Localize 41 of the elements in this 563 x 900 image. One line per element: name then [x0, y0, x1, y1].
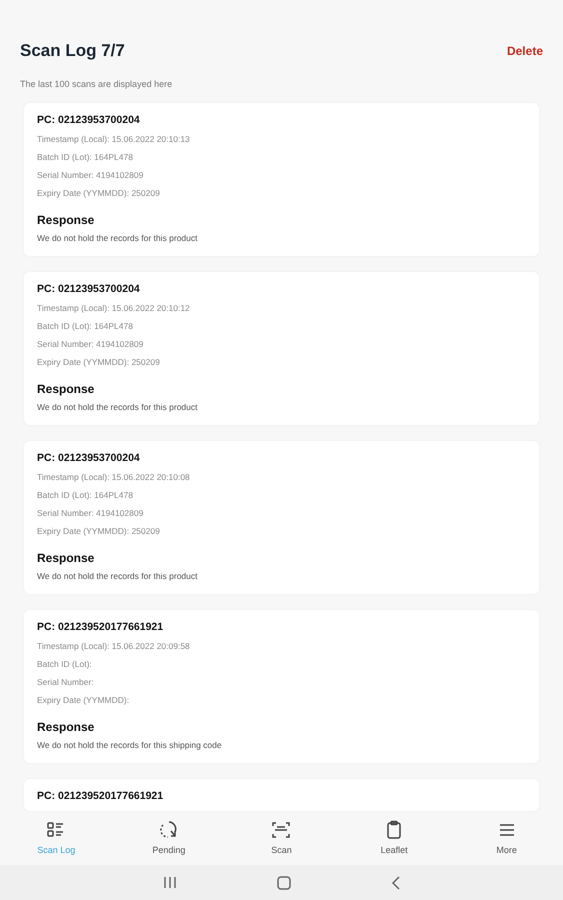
- response-message: We do not hold the records for this product: [37, 402, 198, 414]
- response-heading: Response: [37, 720, 96, 734]
- response-message: We do not hold the records for this product: [37, 571, 198, 583]
- back-icon[interactable]: [390, 876, 400, 890]
- response-heading: Response: [37, 213, 96, 227]
- page-title: Scan Log 7/7: [20, 40, 125, 62]
- product-code: PC: 02123953700204: [37, 114, 141, 127]
- scan-detail: Serial Number: 4194102809: [37, 339, 144, 350]
- scan-detail: Batch ID (Lot): 164PL478: [37, 152, 134, 163]
- product-code: PC: 021239520177661921: [37, 790, 164, 803]
- scan-detail: Serial Number: 4194102809: [37, 170, 144, 181]
- product-code: PC: 021239520177661921: [37, 621, 164, 634]
- scan-detail: Timestamp (Local): 15.06.2022 20:09:58: [37, 641, 191, 652]
- scan-detail: Batch ID (Lot): 164PL478: [37, 490, 134, 501]
- product-code: PC: 02123953700204: [37, 452, 141, 465]
- scan-detail: Serial Number: 4194102809: [37, 508, 144, 519]
- scan-detail: Expiry Date (YYMMDD): 250209: [37, 526, 161, 537]
- nav-tab[interactable]: Leaflet: [338, 820, 450, 858]
- scan-detail: Expiry Date (YYMMDD): 250209: [37, 357, 161, 368]
- recent-apps-icon[interactable]: [162, 876, 176, 889]
- scan-detail: Timestamp (Local): 15.06.2022 20:10:12: [37, 303, 191, 314]
- scan-detail: Batch ID (Lot):: [37, 659, 93, 670]
- scan-detail: Batch ID (Lot): 164PL478: [37, 321, 134, 332]
- nav-tab[interactable]: More: [450, 820, 563, 858]
- scan-frame-icon: [271, 820, 292, 840]
- response-heading: Response: [37, 551, 96, 565]
- product-code: PC: 02123953700204: [37, 283, 141, 296]
- response-message: We do not hold the records for this shipping code: [37, 740, 223, 752]
- delete-button[interactable]: Delete: [506, 42, 543, 60]
- scan-detail: Timestamp (Local): 15.06.2022 20:10:08: [37, 472, 191, 483]
- scan-detail: Expiry Date (YYMMDD):: [37, 695, 130, 706]
- scan-detail: Serial Number:: [37, 677, 95, 688]
- response-message: We do not hold the records for this product: [37, 233, 198, 245]
- refresh-icon: [158, 820, 179, 840]
- scan-detail: Expiry Date (YYMMDD): 250209: [37, 188, 161, 199]
- page-subtitle: The last 100 scans are displayed here: [20, 78, 174, 91]
- nav-tab[interactable]: Pending: [112, 820, 226, 858]
- scan-detail: Timestamp (Local): 15.06.2022 20:10:13: [37, 134, 191, 145]
- nav-tab[interactable]: Scan: [225, 820, 338, 858]
- home-icon[interactable]: [276, 876, 290, 890]
- response-heading: Response: [37, 382, 96, 396]
